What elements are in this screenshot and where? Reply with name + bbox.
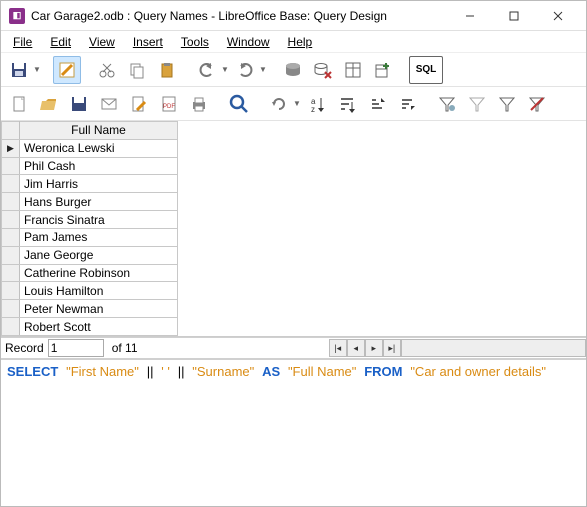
undo-button[interactable]	[193, 56, 221, 84]
row-marker[interactable]	[2, 228, 20, 246]
email-button[interactable]	[95, 90, 123, 118]
grid-cell[interactable]: Robert Scott	[20, 318, 178, 336]
open-button[interactable]	[35, 90, 63, 118]
nav-first-button[interactable]: |◂	[329, 339, 347, 357]
copy-button[interactable]	[123, 56, 151, 84]
menu-window[interactable]: Window	[219, 33, 278, 51]
sort-config-button[interactable]	[333, 90, 361, 118]
row-marker[interactable]	[2, 300, 20, 318]
nav-last-button[interactable]: ▸|	[383, 339, 401, 357]
edit-doc-button[interactable]	[125, 90, 153, 118]
grid-cell[interactable]: Phil Cash	[20, 157, 178, 175]
sort-desc-button[interactable]	[393, 90, 421, 118]
row-marker[interactable]	[2, 318, 20, 336]
cut-button[interactable]	[93, 56, 121, 84]
window-title: Car Garage2.odb : Query Names - LibreOff…	[31, 9, 448, 23]
row-marker[interactable]	[2, 282, 20, 300]
edit-mode-button[interactable]	[53, 56, 81, 84]
record-current-input[interactable]	[48, 339, 104, 357]
filter-apply-button[interactable]	[463, 90, 491, 118]
nav-prev-button[interactable]: ◂	[347, 339, 365, 357]
menu-edit[interactable]: Edit	[42, 33, 79, 51]
grid-cell[interactable]: Pam James	[20, 228, 178, 246]
undo-dropdown[interactable]: ▼	[221, 65, 229, 74]
grid-cell[interactable]: Peter Newman	[20, 300, 178, 318]
find-button[interactable]	[225, 90, 253, 118]
sql-editor[interactable]: SELECT "First Name" || ' ' || "Surname" …	[1, 359, 586, 506]
redo-button[interactable]	[231, 56, 259, 84]
reload-button[interactable]	[265, 90, 293, 118]
titlebar: ◧ Car Garage2.odb : Query Names - LibreO…	[1, 1, 586, 31]
grid-cell[interactable]: Hans Burger	[20, 193, 178, 211]
grid-cell[interactable]: Jane George	[20, 246, 178, 264]
grid-cell[interactable]: Catherine Robinson	[20, 264, 178, 282]
menu-help[interactable]: Help	[280, 33, 321, 51]
window-buttons	[448, 2, 580, 30]
filter-off-button[interactable]	[523, 90, 551, 118]
row-marker[interactable]	[2, 193, 20, 211]
save-button[interactable]	[5, 56, 33, 84]
grid-empty-area	[178, 121, 586, 336]
result-grid[interactable]: Full Name ▶Weronica Lewski Phil Cash Jim…	[1, 121, 586, 337]
sort-asc-button[interactable]	[363, 90, 391, 118]
row-marker[interactable]	[2, 175, 20, 193]
nav-scroll-track[interactable]	[401, 339, 586, 357]
sql-button[interactable]: SQL	[409, 56, 443, 84]
grid-cell[interactable]: Francis Sinatra	[20, 211, 178, 229]
add-table-button[interactable]	[369, 56, 397, 84]
close-button[interactable]	[536, 2, 580, 30]
row-marker[interactable]	[2, 246, 20, 264]
grid-cell[interactable]: Jim Harris	[20, 175, 178, 193]
row-marker[interactable]	[2, 157, 20, 175]
record-navigator: Record of 11 |◂ ◂ ▸ ▸|	[1, 337, 586, 359]
grid-cell[interactable]: Louis Hamilton	[20, 282, 178, 300]
svg-text:PDF: PDF	[163, 104, 175, 110]
clear-query-button[interactable]	[309, 56, 337, 84]
row-selector-header[interactable]	[2, 122, 20, 140]
record-of-label: of 11	[104, 341, 146, 355]
save2-button[interactable]	[65, 90, 93, 118]
menu-tools[interactable]: Tools	[173, 33, 217, 51]
filter-std-button[interactable]	[493, 90, 521, 118]
row-marker[interactable]	[2, 264, 20, 282]
app-icon: ◧	[9, 8, 25, 24]
menu-view[interactable]: View	[81, 33, 123, 51]
sort-auto-button[interactable]: az	[303, 90, 331, 118]
reload-dropdown[interactable]: ▼	[293, 99, 301, 108]
row-marker[interactable]: ▶	[2, 139, 20, 157]
menu-file[interactable]: File	[5, 33, 40, 51]
toolbar-primary: ▼ ▼ ▼ SQL	[1, 53, 586, 87]
nav-next-button[interactable]: ▸	[365, 339, 383, 357]
design-view-button[interactable]	[339, 56, 367, 84]
column-header-fullname[interactable]: Full Name	[20, 122, 178, 140]
new-doc-button[interactable]	[5, 90, 33, 118]
paste-button[interactable]	[153, 56, 181, 84]
menu-insert[interactable]: Insert	[125, 33, 171, 51]
pdf-button[interactable]: PDF	[155, 90, 183, 118]
menubar: File Edit View Insert Tools Window Help	[1, 31, 586, 53]
maximize-button[interactable]	[492, 2, 536, 30]
toolbar-secondary: PDF ▼ az	[1, 87, 586, 121]
save-dropdown[interactable]: ▼	[33, 65, 41, 74]
filter-auto-button[interactable]	[433, 90, 461, 118]
print-button[interactable]	[185, 90, 213, 118]
grid-cell[interactable]: Weronica Lewski	[20, 139, 178, 157]
row-marker[interactable]	[2, 211, 20, 229]
minimize-button[interactable]	[448, 2, 492, 30]
record-label: Record	[1, 341, 48, 355]
run-query-button[interactable]	[279, 56, 307, 84]
svg-text:z: z	[311, 105, 315, 114]
redo-dropdown[interactable]: ▼	[259, 65, 267, 74]
